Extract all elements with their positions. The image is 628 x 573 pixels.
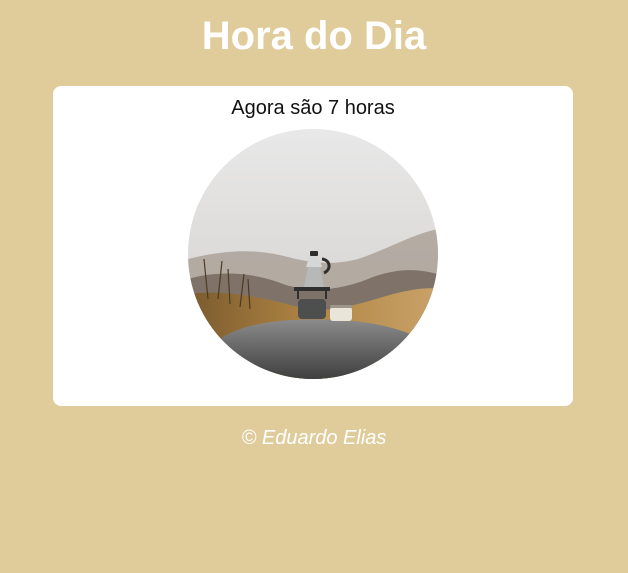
footer-copyright: © Eduardo Elias: [241, 427, 387, 449]
content-card: Agora são 7 horas: [53, 86, 573, 406]
photo-scene: [188, 129, 438, 379]
coffee-cup: [330, 305, 352, 321]
morning-coffee-photo: [188, 129, 438, 379]
page-title: Hora do Dia: [201, 14, 427, 58]
current-hour-text: Agora são 7 horas: [231, 97, 395, 119]
